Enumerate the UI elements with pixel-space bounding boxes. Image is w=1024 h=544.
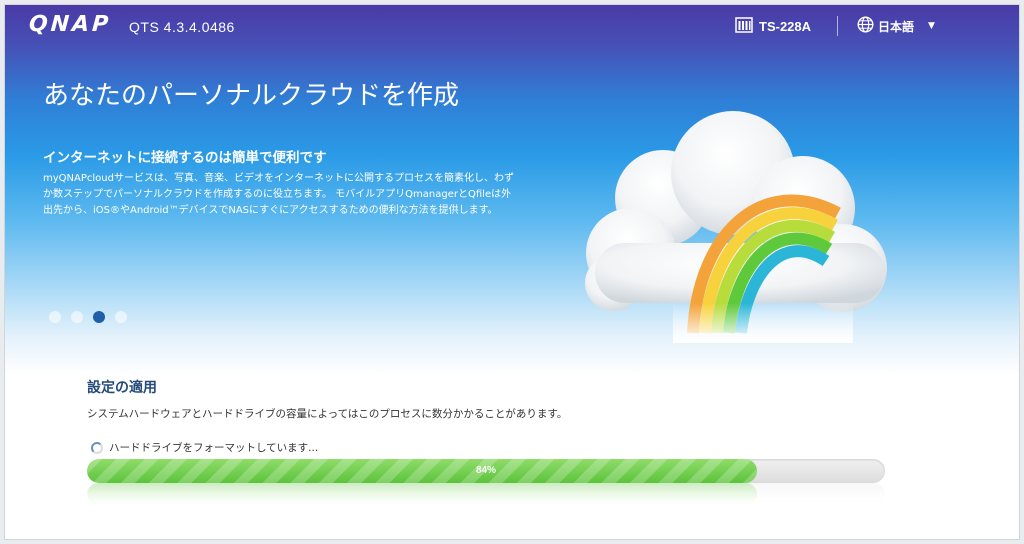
language-selector[interactable]: 日本語 ▼ xyxy=(857,15,935,37)
header-divider xyxy=(837,16,838,36)
hero-description: myQNAPcloudサービスは、写真、音楽、ビデオをインターネットに公開するプ… xyxy=(43,173,514,216)
carousel-dot-3[interactable] xyxy=(93,311,105,323)
nas-device-icon xyxy=(735,16,753,36)
hero-banner: QNAP QTS 4.3.4.0486 TS-228A 日本語 ▼ あなたのパー… xyxy=(5,5,1019,375)
hero-subtitle: インターネットに接続するのは簡単で便利です xyxy=(43,150,327,166)
progress-percentage: 84% xyxy=(475,465,496,476)
progress-bar: 84% xyxy=(87,459,885,483)
qnap-logo: QNAP xyxy=(28,12,113,37)
device-info: TS-228A xyxy=(735,15,811,37)
status-text: ハードドライブをフォーマットしています... xyxy=(109,442,319,454)
carousel-dot-1[interactable] xyxy=(49,311,61,323)
firmware-version: QTS 4.3.4.0486 xyxy=(129,19,235,35)
carousel-dot-4[interactable] xyxy=(115,311,127,323)
section-title: 設定の適用 xyxy=(87,380,157,396)
language-label: 日本語 xyxy=(878,19,915,34)
hero-title: あなたのパーソナルクラウドを作成 xyxy=(43,81,460,111)
chevron-down-icon: ▼ xyxy=(928,21,935,31)
spinner-icon xyxy=(91,441,103,454)
globe-icon xyxy=(857,16,874,36)
carousel-indicators xyxy=(49,311,127,323)
setup-window: QNAP QTS 4.3.4.0486 TS-228A 日本語 ▼ あなたのパー… xyxy=(5,5,1019,539)
progress-status: ハードドライブをフォーマットしています... xyxy=(91,440,318,455)
device-name: TS-228A xyxy=(759,18,812,34)
section-description: システムハードウェアとハードドライブの容量によってはこのプロセスに数分かかること… xyxy=(87,408,568,420)
carousel-dot-2[interactable] xyxy=(71,311,83,323)
progress-reflection-fill xyxy=(87,483,758,505)
top-bar: QNAP QTS 4.3.4.0486 TS-228A 日本語 ▼ xyxy=(5,5,1019,53)
progress-bar-reflection xyxy=(87,483,885,505)
cloud-rainbow-illustration xyxy=(573,103,893,343)
